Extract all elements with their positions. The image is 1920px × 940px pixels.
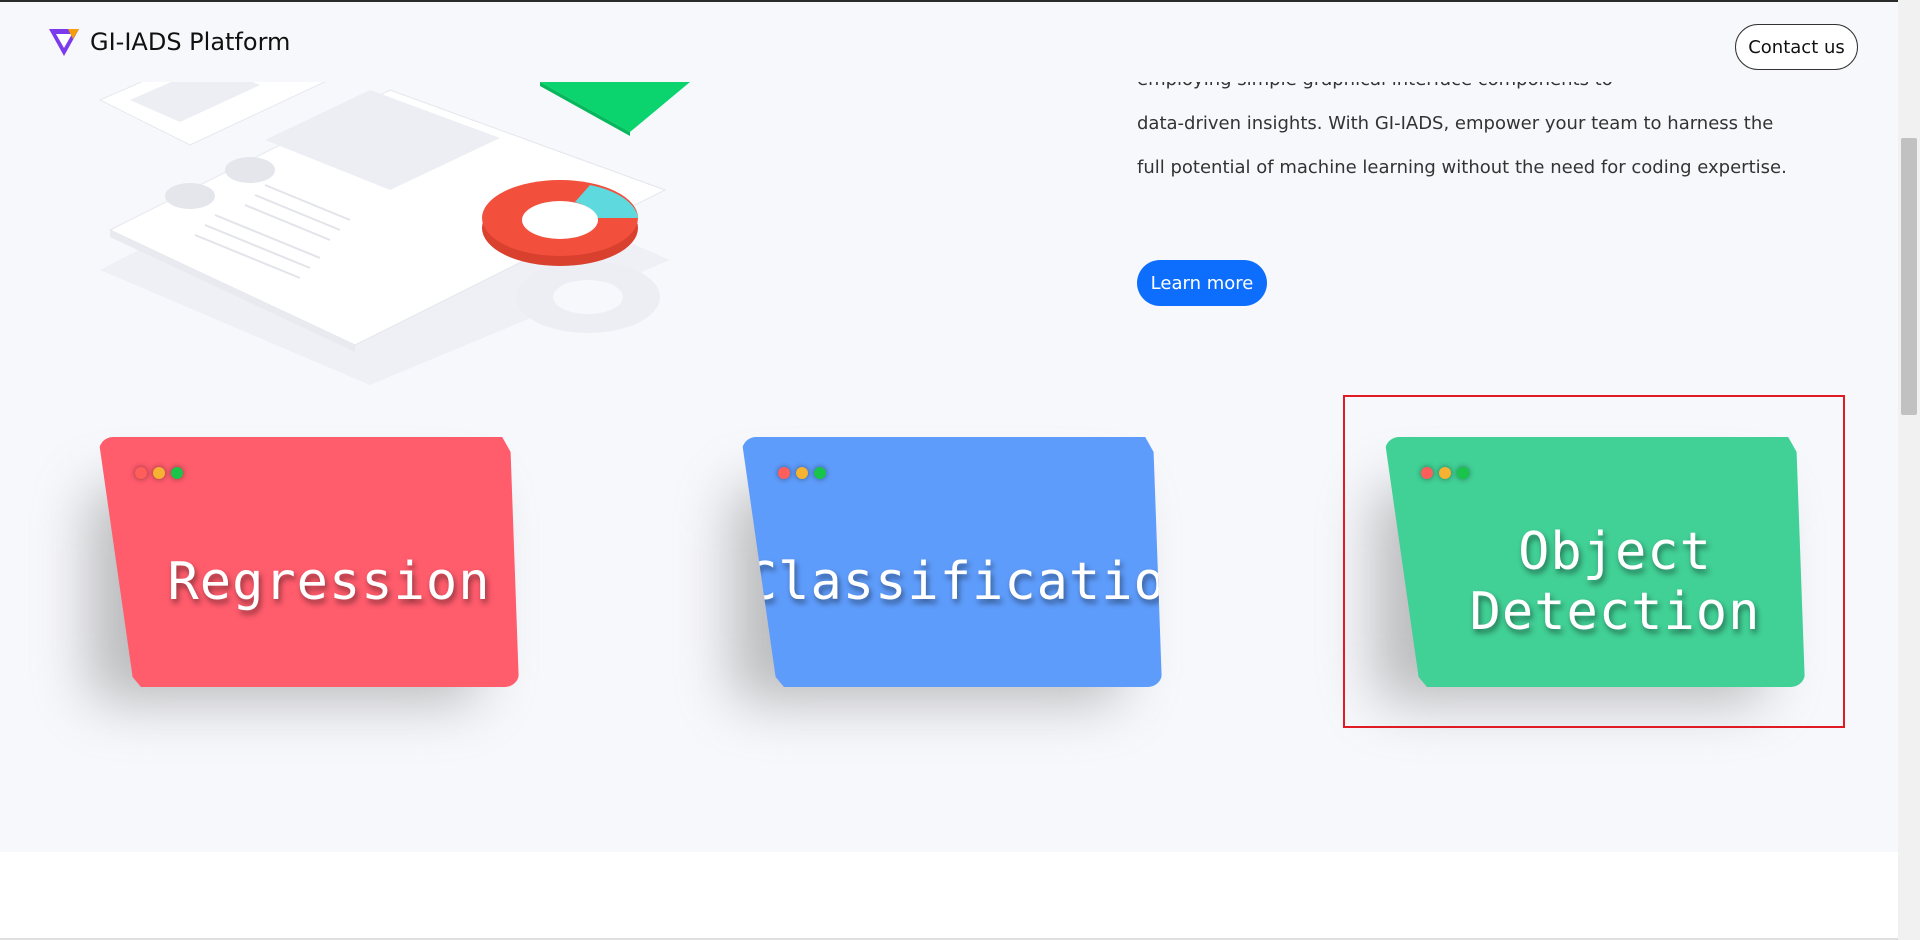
card-title: Classification (745, 552, 1199, 612)
top-navbar: GI-IADS Platform Contact us (0, 2, 1898, 82)
contact-us-button[interactable]: Contact us (1735, 24, 1858, 70)
regression-card[interactable]: Regression (89, 437, 519, 737)
learn-more-button[interactable]: Learn more (1137, 260, 1267, 306)
card-panel[interactable]: Regression (99, 437, 519, 687)
brand-name[interactable]: GI-IADS Platform (90, 28, 290, 56)
red-dot-icon (135, 467, 147, 479)
card-panel[interactable]: Classification (742, 437, 1162, 687)
yellow-dot-icon (796, 467, 808, 479)
window-dots (135, 467, 183, 479)
selection-highlight (1343, 395, 1845, 728)
green-dot-icon (171, 467, 183, 479)
hero-line: data-driven insights. With GI-IADS, empo… (1137, 113, 1774, 134)
hero-line: full potential of machine learning witho… (1137, 157, 1787, 178)
gi-iads-logo-icon[interactable] (47, 26, 81, 60)
window-dots (778, 467, 826, 479)
vertical-scrollbar[interactable] (1898, 0, 1920, 940)
scrollbar-thumb[interactable] (1901, 138, 1917, 415)
dashboard-illustration (98, 60, 690, 385)
red-dot-icon (778, 467, 790, 479)
classification-card[interactable]: Classification (732, 437, 1162, 737)
green-dot-icon (814, 467, 826, 479)
card-title: Regression (167, 552, 491, 612)
yellow-dot-icon (153, 467, 165, 479)
